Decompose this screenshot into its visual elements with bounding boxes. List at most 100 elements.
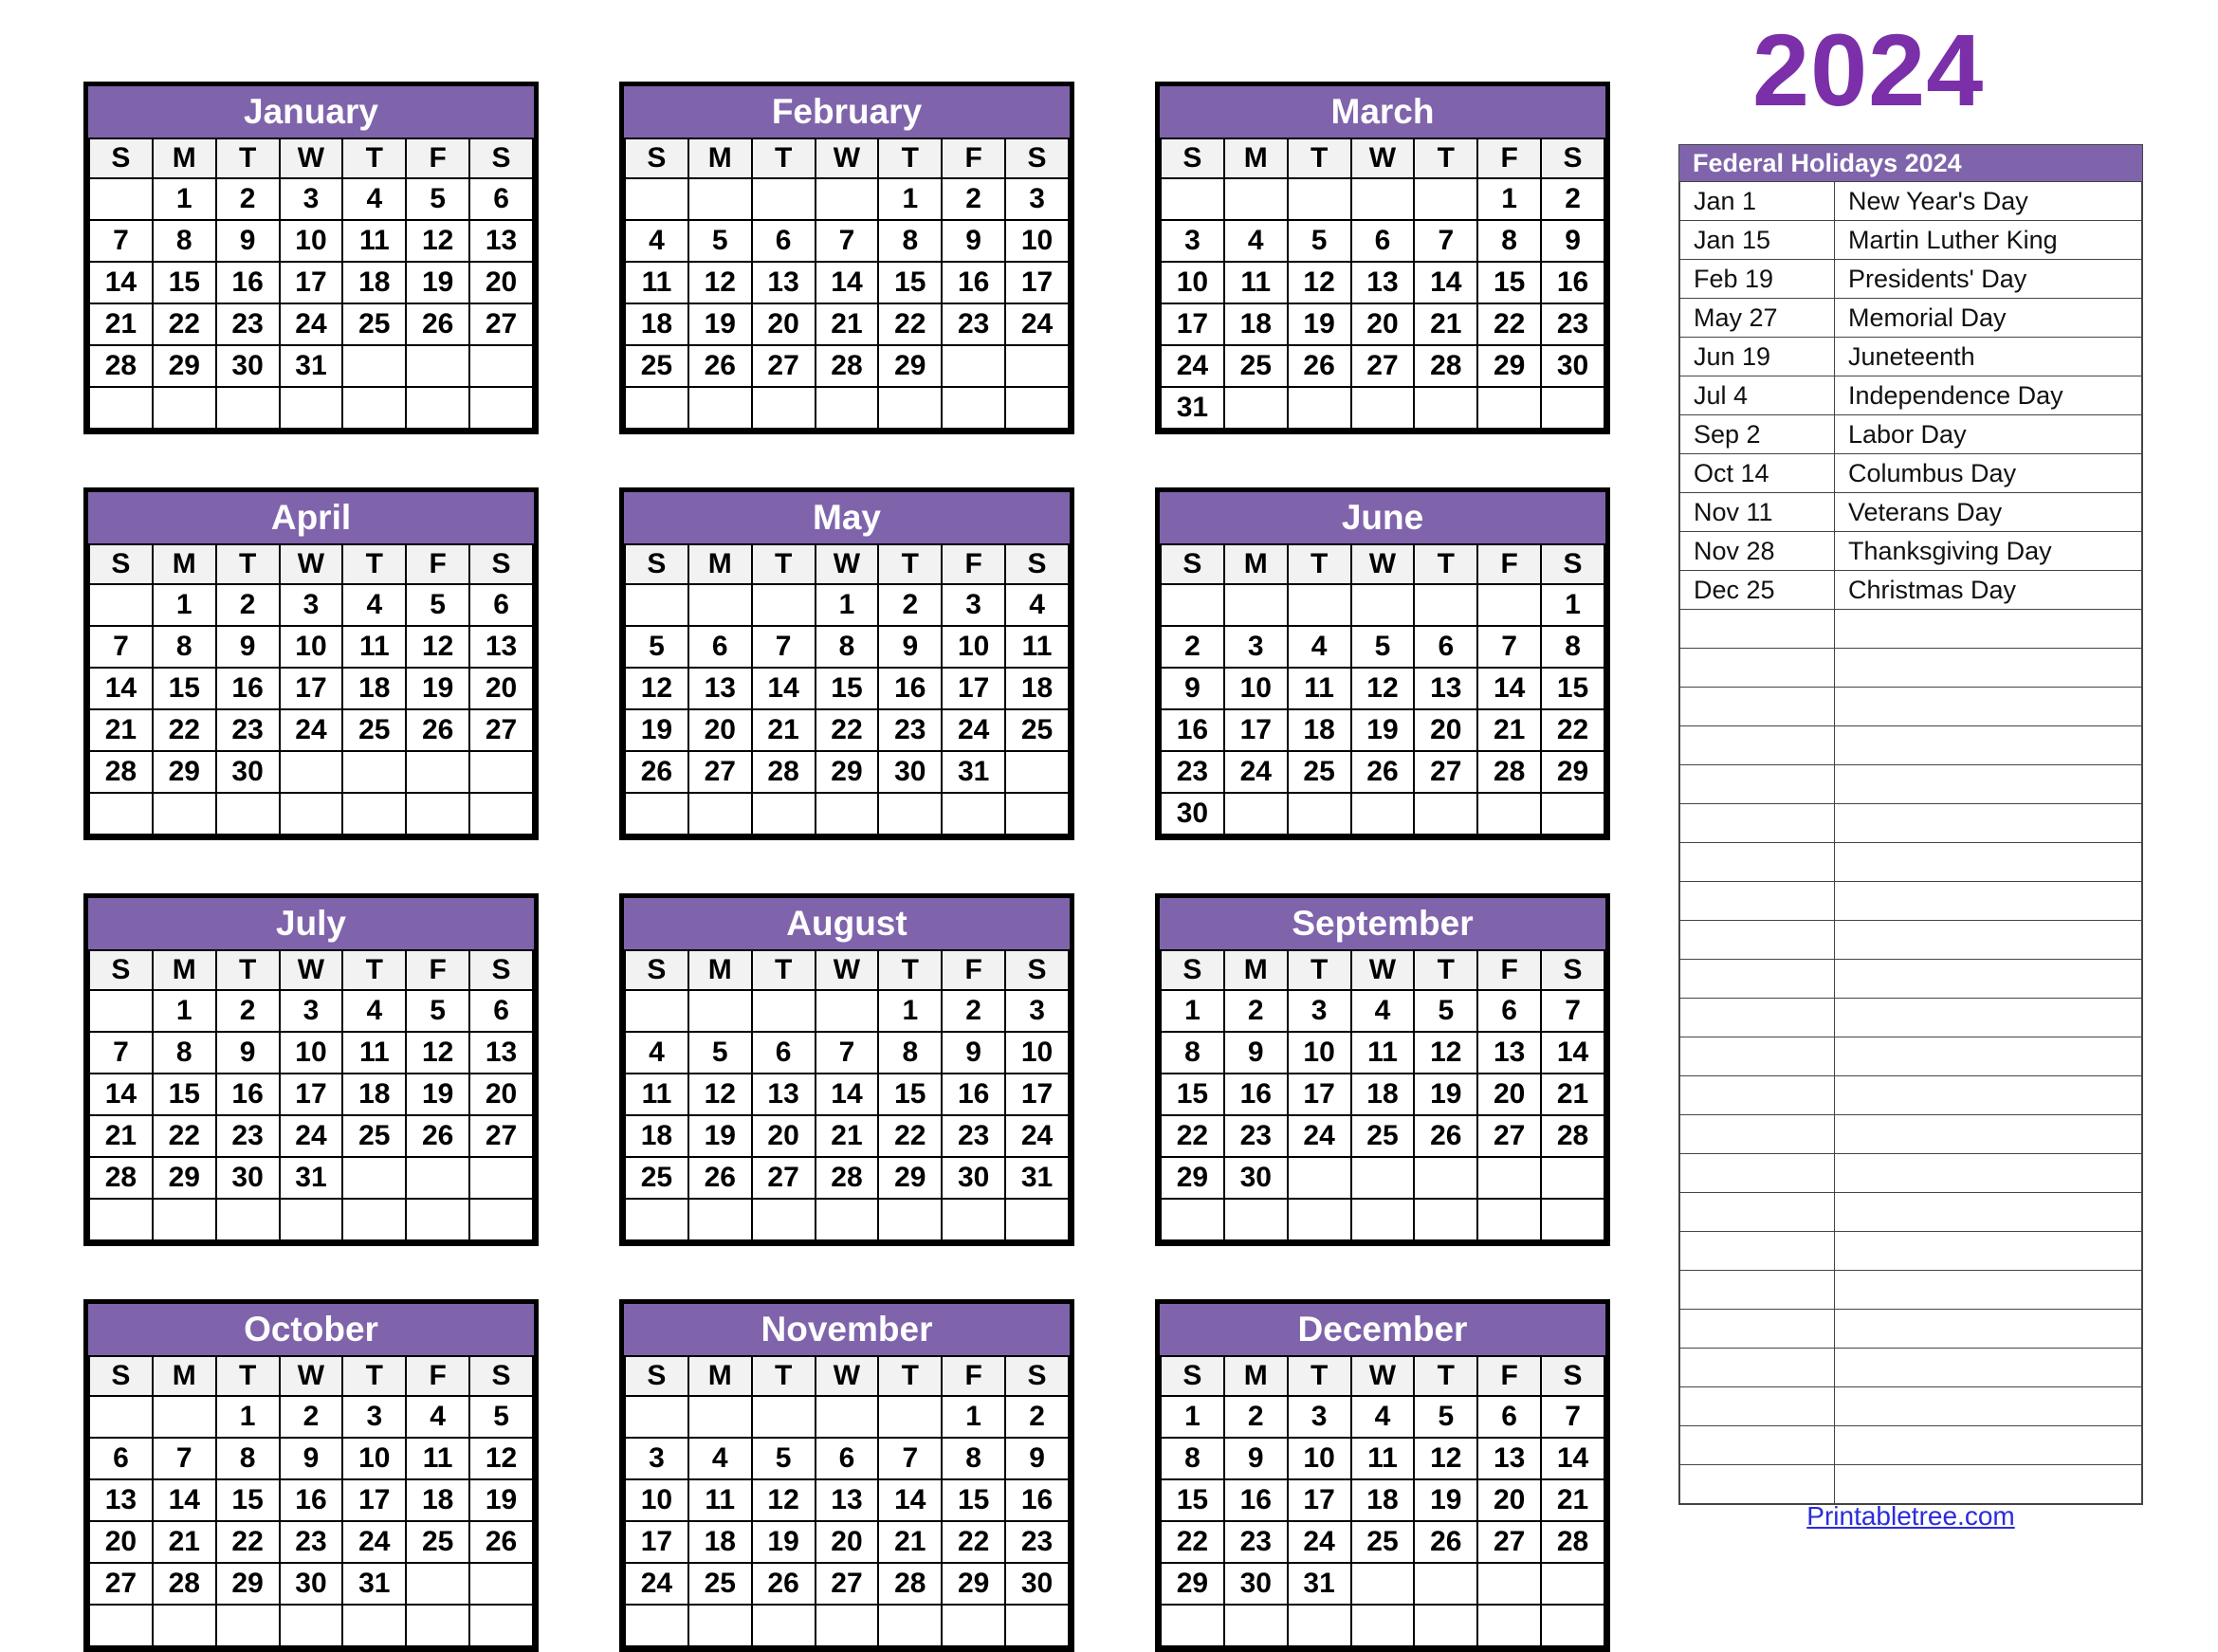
day-cell: 11: [343, 627, 406, 667]
month-title: August: [624, 898, 1070, 949]
weekday-header: S: [1162, 545, 1223, 583]
day-cell-sunday: 29: [1162, 1564, 1223, 1604]
day-cell-holiday: 1: [153, 179, 215, 219]
day-cell: 12: [407, 627, 469, 667]
holiday-name: Labor Day: [1834, 414, 2142, 454]
day-cell-empty: [1224, 1200, 1287, 1239]
weekday-header: F: [943, 545, 1005, 583]
day-cell: 5: [752, 1439, 815, 1478]
day-cell-empty: [90, 794, 152, 834]
day-cell: 1: [216, 1397, 279, 1437]
holiday-blank-row: [1679, 1464, 2142, 1504]
day-cell-saturday: 9: [1542, 221, 1604, 261]
day-cell-empty: [1288, 794, 1350, 834]
day-cell: 29: [879, 1158, 942, 1198]
day-cell-sunday: 24: [626, 1564, 687, 1604]
day-cell: 20: [816, 1522, 878, 1562]
day-cell: 17: [343, 1480, 406, 1520]
day-cell: 5: [1288, 221, 1350, 261]
day-cell-sunday: 25: [626, 346, 687, 386]
day-cell: 12: [407, 1033, 469, 1073]
weekday-header: M: [1224, 139, 1287, 177]
day-cell-observance: 13: [1415, 669, 1477, 708]
month-title: June: [1160, 492, 1605, 543]
month-title: September: [1160, 898, 1605, 949]
week-row: 2345678: [1162, 627, 1604, 667]
day-cell: 14: [879, 1480, 942, 1520]
day-cell-empty: [470, 1200, 532, 1239]
holiday-blank-name: [1834, 920, 2142, 960]
weekday-header: S: [1162, 1357, 1223, 1395]
week-row: 15 16 17 18 19 20 21: [1162, 1480, 1604, 1520]
weekday-header: S: [1006, 139, 1068, 177]
day-cell-sunday: 14: [90, 263, 152, 303]
day-cell-sunday: 7: [90, 221, 152, 261]
day-cell-empty: [1224, 585, 1287, 625]
day-cell-sunday: 18: [626, 304, 687, 344]
holiday-date: Nov 28: [1679, 531, 1835, 571]
weekday-header: F: [1478, 139, 1541, 177]
month-title: May: [624, 492, 1070, 543]
day-cell: 7: [1478, 627, 1541, 667]
printabletree-link[interactable]: Printabletree.com: [1806, 1501, 2014, 1531]
day-cell-empty: [1224, 794, 1287, 834]
holiday-row: Nov 11 Veterans Day: [1679, 492, 2142, 532]
holiday-blank-row: [1679, 1231, 2142, 1271]
day-cell: 18: [1351, 1480, 1414, 1520]
week-row: 14 15 16 17 18 19 20: [90, 263, 532, 303]
weekday-header: S: [90, 1357, 152, 1395]
holiday-date: Jan 15: [1679, 220, 1835, 260]
day-cell: 4: [1288, 627, 1350, 667]
weekday-header-row: SMTWTFS: [1162, 1357, 1604, 1395]
weekday-header: T: [216, 1357, 279, 1395]
day-cell: 17: [943, 669, 1005, 708]
day-cell: 30: [943, 1158, 1005, 1198]
weekday-header-row: SMTWTFS: [626, 951, 1068, 989]
day-cell: 22: [879, 304, 942, 344]
day-cell-empty: [1351, 794, 1414, 834]
day-cell-empty: [343, 752, 406, 792]
holiday-blank-row: [1679, 1037, 2142, 1076]
day-cell-observance: 22: [816, 710, 878, 750]
holiday-blank-row: [1679, 1075, 2142, 1115]
holiday-date: Nov 11: [1679, 492, 1835, 532]
day-cell: 13: [1478, 1439, 1541, 1478]
day-cell-empty: [943, 1606, 1005, 1645]
day-cell: 29: [153, 752, 215, 792]
day-cell-saturday: 27: [470, 710, 532, 750]
day-cell-empty: [343, 1158, 406, 1198]
day-cell: 26: [1288, 346, 1350, 386]
day-cell: 5: [407, 179, 469, 219]
week-row: 27 28 29 30 31: [90, 1564, 532, 1604]
holiday-blank-date: [1679, 1231, 1835, 1271]
weekday-header: W: [1351, 951, 1414, 989]
day-cell: 30: [280, 1564, 342, 1604]
day-cell: 2: [943, 179, 1005, 219]
day-cell: 15: [816, 669, 878, 708]
holiday-blank-name: [1834, 1386, 2142, 1426]
day-cell: 13: [752, 263, 815, 303]
day-cell-sunday: 22: [1162, 1116, 1223, 1156]
weekday-header: T: [1288, 951, 1350, 989]
day-cell-saturday: 27: [470, 304, 532, 344]
day-cell-empty: [90, 585, 152, 625]
holiday-blank-name: [1834, 998, 2142, 1037]
day-cell: 24: [1288, 1116, 1350, 1156]
day-cell: 29: [153, 1158, 215, 1198]
holiday-name: Presidents' Day: [1834, 259, 2142, 299]
day-cell: 7: [153, 1439, 215, 1478]
day-cell: 18: [1224, 304, 1287, 344]
day-cell: 3: [943, 585, 1005, 625]
day-cell-empty: [1006, 794, 1068, 834]
day-cell-empty: [1162, 1606, 1223, 1645]
day-cell-empty: [1224, 1606, 1287, 1645]
day-cell: 23: [879, 710, 942, 750]
day-cell: 24: [1288, 1522, 1350, 1562]
day-cell-empty: [752, 1397, 815, 1437]
weekday-header: W: [1351, 1357, 1414, 1395]
federal-holidays-panel: Federal Holidays 2024 Jan 1 New Year's Da…: [1678, 144, 2143, 1505]
week-row: 18 19 20 21 22 23 24: [626, 1116, 1068, 1156]
day-cell: 20: [752, 304, 815, 344]
day-cell: 29: [879, 346, 942, 386]
day-cell-sunday: 8: [1162, 1033, 1223, 1073]
